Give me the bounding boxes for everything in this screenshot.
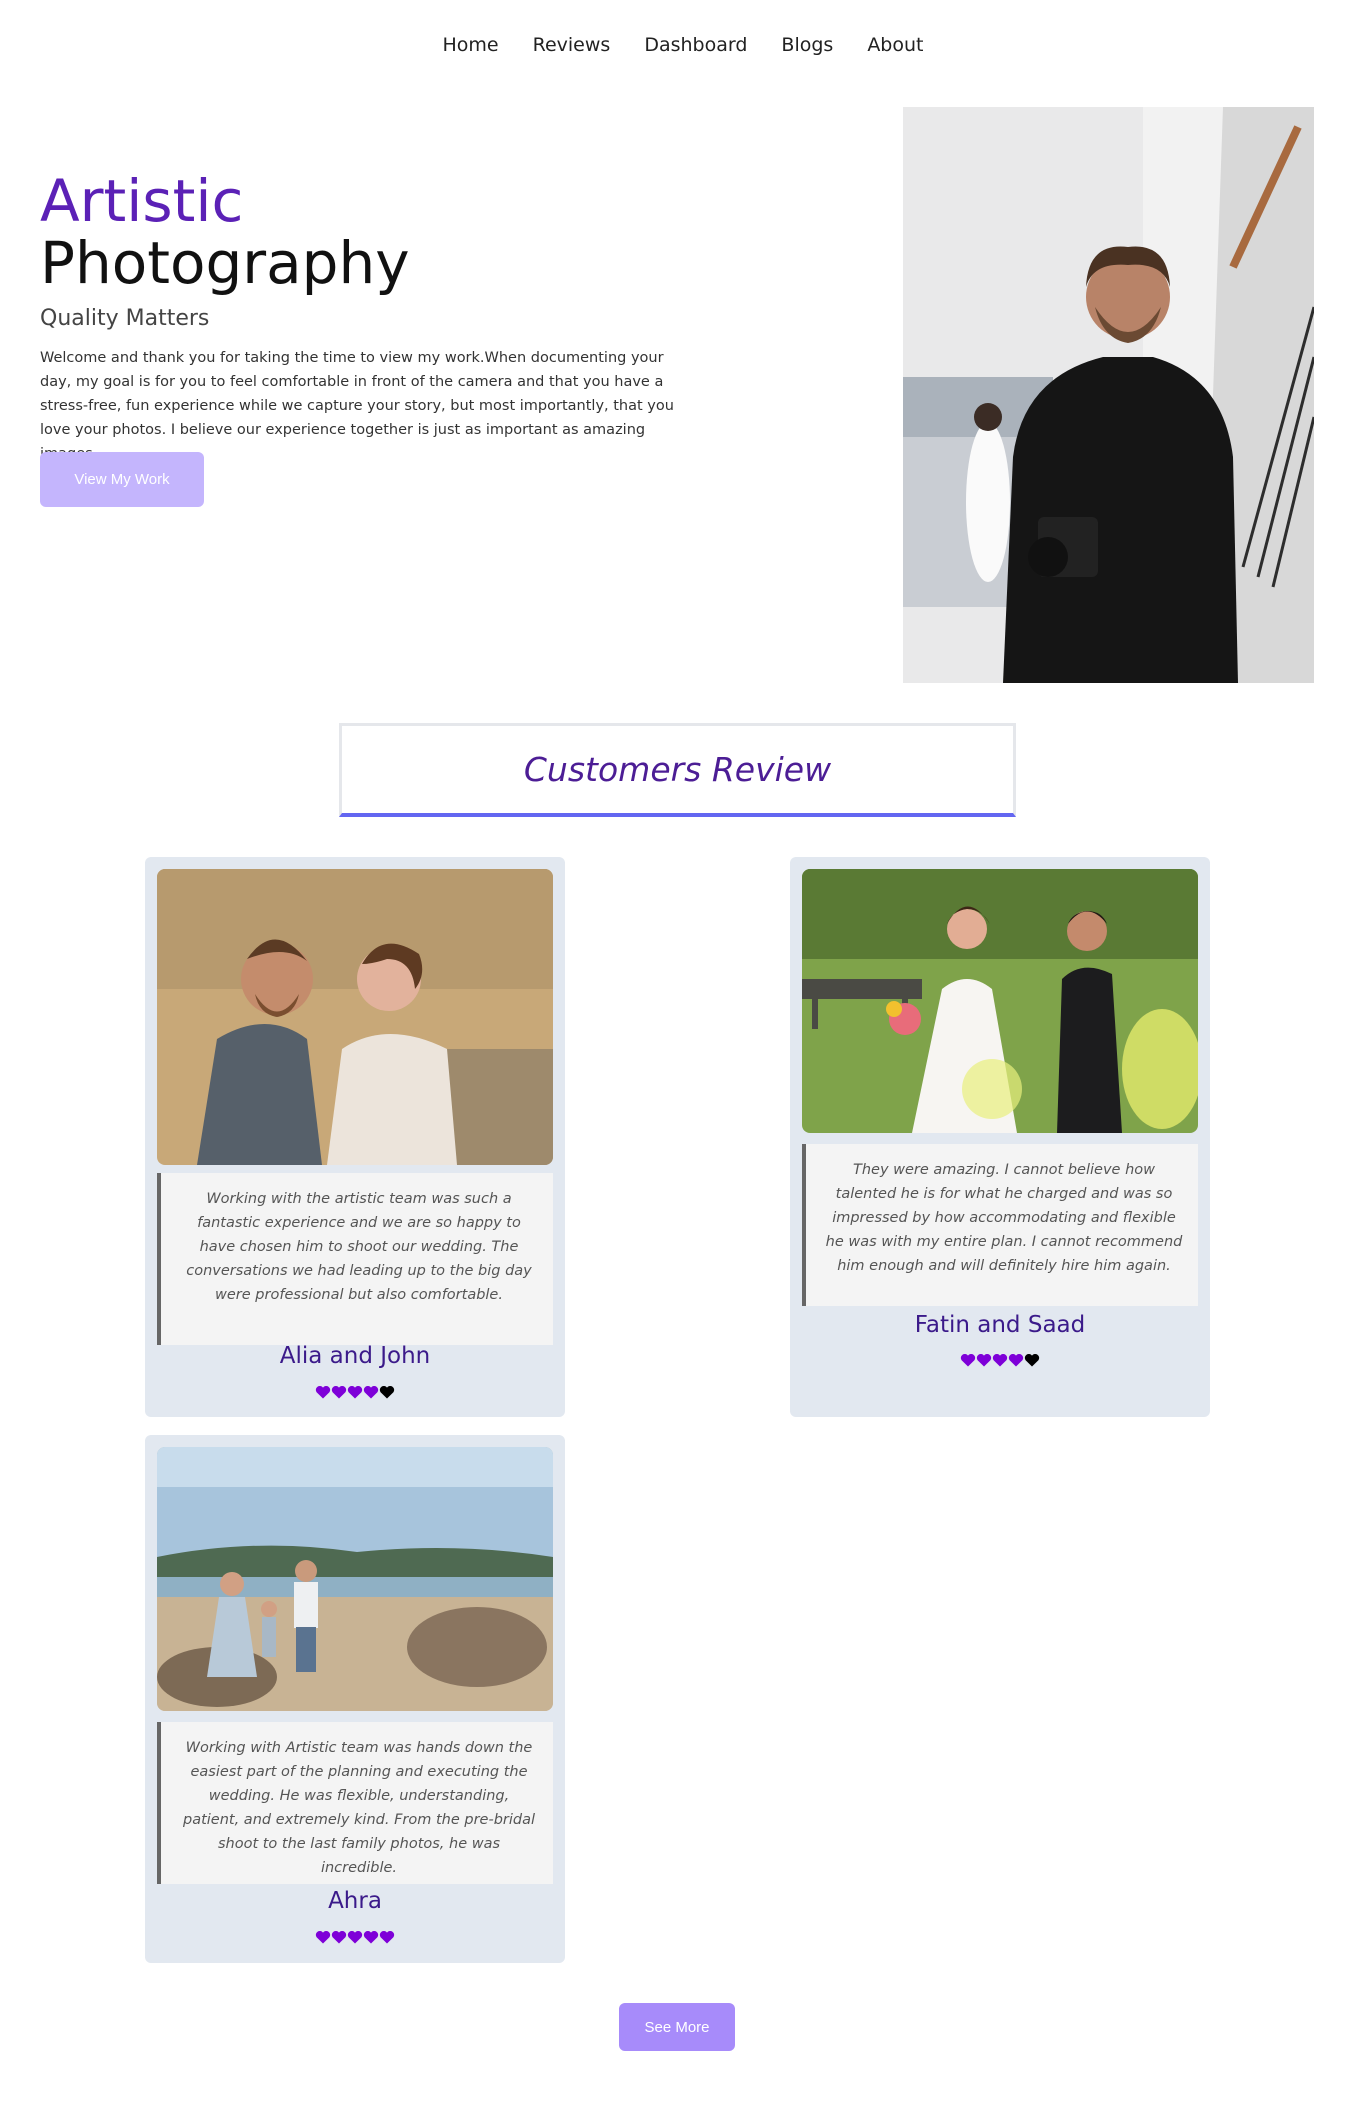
nav-about[interactable]: About xyxy=(850,30,940,60)
hero-description: Welcome and thank you for taking the tim… xyxy=(40,350,674,462)
reviewer-name: Fatin and Saad xyxy=(914,1312,1086,1338)
hero-title-main: Photography xyxy=(40,229,410,297)
heart-filled-icon xyxy=(315,1930,331,1944)
heart-filled-icon xyxy=(976,1353,992,1367)
review-photo-couple-embrace xyxy=(157,869,553,1165)
heart-filled-icon xyxy=(960,1353,976,1367)
rating-hearts xyxy=(145,1930,565,1944)
heart-empty-icon xyxy=(379,1385,395,1399)
heart-filled-icon xyxy=(379,1930,395,1944)
customers-review-heading: Customers Review xyxy=(339,723,1016,817)
review-quote: Working with Artistic team was hands dow… xyxy=(157,1722,553,1884)
reviewer-name: Alia and John xyxy=(279,1343,431,1369)
review-quote: They were amazing. I cannot believe how … xyxy=(802,1144,1198,1306)
heart-filled-icon xyxy=(331,1385,347,1399)
reviewer-name: Ahra xyxy=(328,1888,382,1914)
review-card: Working with Artistic team was hands dow… xyxy=(145,1435,565,1963)
view-my-work-button[interactable]: View My Work xyxy=(40,452,204,507)
see-more-button[interactable]: See More xyxy=(619,2003,735,2051)
rating-hearts xyxy=(145,1385,565,1399)
heart-filled-icon xyxy=(315,1385,331,1399)
review-card: Working with the artistic team was such … xyxy=(145,857,565,1417)
heart-filled-icon xyxy=(331,1930,347,1944)
top-nav: Home Reviews Dashboard Blogs About xyxy=(0,30,1366,60)
heart-empty-icon xyxy=(1024,1353,1040,1367)
heart-filled-icon xyxy=(363,1930,379,1944)
nav-blogs[interactable]: Blogs xyxy=(764,30,850,60)
heart-filled-icon xyxy=(347,1930,363,1944)
review-quote-text: Working with Artistic team was hands dow… xyxy=(182,1740,536,1876)
customers-review-title: Customers Review xyxy=(523,750,832,789)
review-quote-text: Working with the artistic team was such … xyxy=(186,1191,532,1303)
nav-reviews[interactable]: Reviews xyxy=(516,30,628,60)
photographer-photo xyxy=(903,107,1314,683)
hero-subtitle: Quality Matters xyxy=(40,306,210,331)
review-quote: Working with the artistic team was such … xyxy=(157,1173,553,1345)
review-card: They were amazing. I cannot believe how … xyxy=(790,857,1210,1417)
review-photo-family-beach xyxy=(157,1447,553,1711)
hero-title-accent: Artistic xyxy=(40,167,244,235)
heart-filled-icon xyxy=(992,1353,1008,1367)
heart-filled-icon xyxy=(1008,1353,1024,1367)
heart-filled-icon xyxy=(363,1385,379,1399)
heart-filled-icon xyxy=(347,1385,363,1399)
nav-dashboard[interactable]: Dashboard xyxy=(627,30,764,60)
review-photo-wedding-walk xyxy=(802,869,1198,1133)
nav-home[interactable]: Home xyxy=(426,30,516,60)
review-quote-text: They were amazing. I cannot believe how … xyxy=(825,1162,1183,1274)
rating-hearts xyxy=(790,1353,1210,1367)
